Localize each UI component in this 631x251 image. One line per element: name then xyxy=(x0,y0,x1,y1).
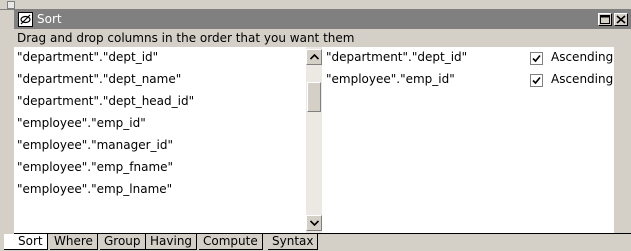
parent-frame-strip xyxy=(0,0,631,10)
source-column-item[interactable]: "employee"."manager_id" xyxy=(17,138,173,152)
source-column-item[interactable]: "employee"."emp_id" xyxy=(17,116,146,130)
sort-window: Sort Drag and drop columns in the order … xyxy=(4,10,631,251)
maximize-icon xyxy=(600,15,610,24)
checkmark-icon xyxy=(532,54,541,63)
source-column-item[interactable]: "department"."dept_id" xyxy=(17,50,158,64)
frame-control-icon xyxy=(7,1,15,9)
ascending-label: Ascending xyxy=(551,72,614,86)
tab-sort[interactable]: Sort xyxy=(4,234,48,250)
checkmark-icon xyxy=(532,76,541,85)
ascending-checkbox[interactable] xyxy=(530,52,543,65)
chevron-up-icon xyxy=(310,54,319,60)
ascending-checkbox[interactable] xyxy=(530,74,543,87)
tab-syntax[interactable]: Syntax xyxy=(268,234,319,250)
tab-group[interactable]: Group xyxy=(100,234,146,250)
sort-window-icon xyxy=(18,12,33,27)
close-button[interactable] xyxy=(614,13,628,26)
source-list-scrollbar[interactable] xyxy=(306,47,322,233)
tab-where[interactable]: Where xyxy=(50,234,98,250)
source-column-item[interactable]: "employee"."emp_lname" xyxy=(17,182,172,196)
ascending-label: Ascending xyxy=(551,50,614,64)
tab-strip: Sort Where Group Having Compute Syntax xyxy=(4,233,631,251)
maximize-button[interactable] xyxy=(598,13,612,26)
sort-column-item[interactable]: "employee"."emp_id" xyxy=(326,72,455,86)
scroll-down-button[interactable] xyxy=(306,215,322,231)
title-bar[interactable]: Sort xyxy=(14,10,631,29)
source-column-item[interactable]: "department"."dept_name" xyxy=(17,72,181,86)
source-column-item[interactable]: "department"."dept_head_id" xyxy=(17,94,194,108)
sort-column-item[interactable]: "department"."dept_id" xyxy=(326,50,467,64)
window-title: Sort xyxy=(37,12,62,26)
instructions-label: Drag and drop columns in the order that … xyxy=(17,31,355,45)
tab-having[interactable]: Having xyxy=(146,234,198,250)
scroll-up-button[interactable] xyxy=(306,49,322,65)
scroll-thumb[interactable] xyxy=(307,82,321,112)
chevron-down-icon xyxy=(310,220,319,226)
source-column-item[interactable]: "employee"."emp_fname" xyxy=(17,160,173,174)
tab-compute[interactable]: Compute xyxy=(199,234,263,250)
close-icon xyxy=(616,15,626,24)
